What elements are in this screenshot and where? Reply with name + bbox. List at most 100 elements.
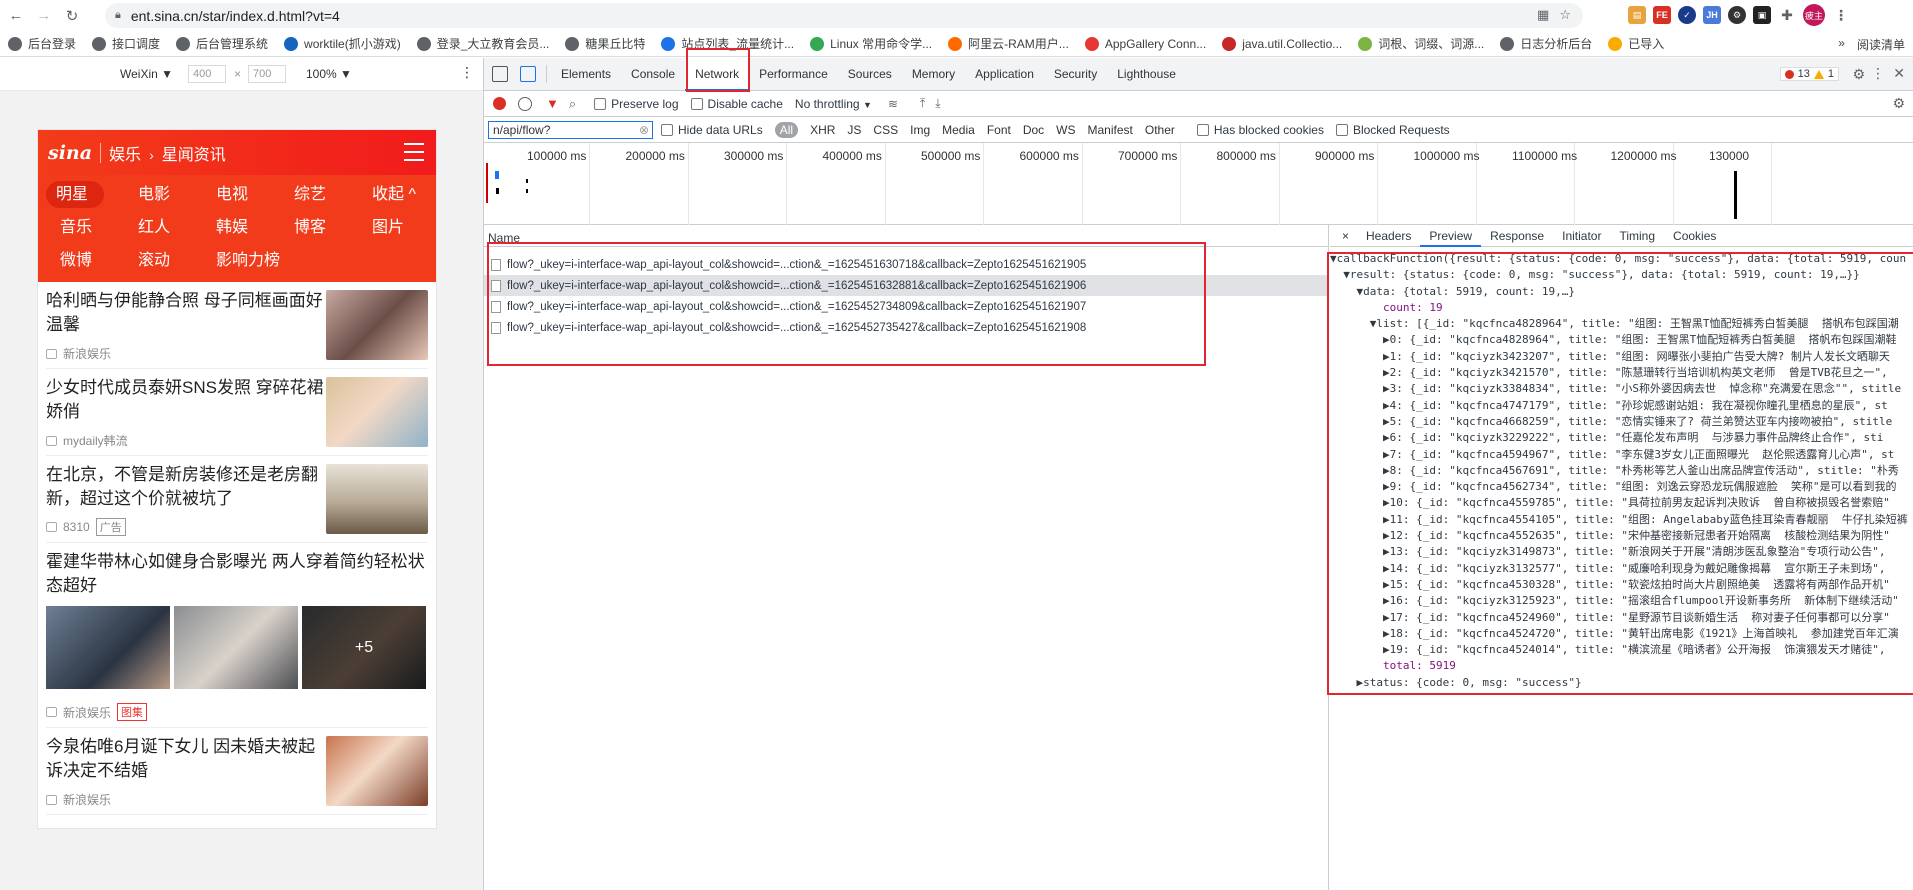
devtools-tab-performance[interactable]: Performance	[749, 58, 838, 91]
filter-type-media[interactable]: Media	[942, 123, 975, 137]
preview-tab-headers[interactable]: Headers	[1357, 225, 1420, 247]
network-overview-timeline[interactable]: 100000 ms 200000 ms 300000 ms 400000 ms 5000…	[484, 143, 1913, 225]
preview-tab-initiator[interactable]: Initiator	[1553, 225, 1610, 247]
channel-tab[interactable]: 红人	[124, 214, 202, 241]
zoom-select[interactable]: 100% ▼	[306, 67, 352, 81]
news-item[interactable]: 少女时代成员泰妍SNS发照 穿碎花裙娇俏 mydaily韩流	[46, 369, 428, 456]
channel-tab[interactable]: 影响力榜	[202, 247, 280, 274]
network-settings-icon[interactable]: ⚙	[1892, 95, 1905, 112]
checkbox[interactable]	[1335, 124, 1348, 137]
disable-cache-checkbox[interactable]: Disable cache	[690, 97, 783, 111]
filter-type-img[interactable]: Img	[910, 123, 930, 137]
filter-icon[interactable]: ▼	[546, 96, 559, 111]
checkbox[interactable]	[594, 98, 607, 111]
gallery-image[interactable]: +5	[302, 606, 426, 689]
bookmark-item[interactable]: 阿里云-RAM用户...	[948, 35, 1069, 52]
filter-type-ws[interactable]: WS	[1056, 123, 1075, 137]
filter-type-js[interactable]: JS	[847, 123, 861, 137]
bookmark-star-icon[interactable]: ☆	[1559, 7, 1571, 23]
news-thumbnail[interactable]	[326, 736, 428, 806]
filter-type-doc[interactable]: Doc	[1023, 123, 1044, 137]
checkbox[interactable]	[1196, 124, 1209, 137]
extension-jh-icon[interactable]: JH	[1703, 6, 1721, 24]
record-icon[interactable]	[493, 97, 506, 110]
preserve-log-checkbox[interactable]: Preserve log	[594, 97, 679, 111]
forward-icon[interactable]: →	[32, 4, 56, 28]
network-conditions-icon[interactable]: ≋	[888, 97, 898, 111]
bookmarks-more-button[interactable]: »	[1838, 36, 1845, 53]
bookmark-item[interactable]: AppGallery Conn...	[1084, 36, 1206, 51]
filter-type-all[interactable]: All	[774, 121, 799, 138]
reload-icon[interactable]: ↻	[60, 4, 84, 28]
filter-type-xhr[interactable]: XHR	[810, 123, 835, 137]
news-title[interactable]: 霍建华带林心如健身合影曝光 两人穿着简约轻松状态超好	[46, 550, 426, 598]
bookmark-item[interactable]: 后台管理系统	[176, 35, 268, 52]
news-gallery[interactable]: +5	[46, 606, 428, 689]
gallery-image[interactable]	[46, 606, 170, 689]
bookmark-item[interactable]: 词根、词缀、词源...	[1358, 35, 1484, 52]
channel-tab[interactable]: 图片	[358, 214, 436, 241]
channel-tab[interactable]: 滚动	[124, 247, 202, 274]
devtools-tab-application[interactable]: Application	[965, 58, 1044, 91]
reading-list-button[interactable]: 阅读清单	[1857, 36, 1905, 53]
bookmark-item[interactable]: 已导入	[1608, 35, 1664, 52]
bookmark-item[interactable]: 接口调度	[92, 35, 160, 52]
extension-box-icon[interactable]: ▣	[1753, 6, 1771, 24]
news-thumbnail[interactable]	[326, 464, 428, 534]
news-item[interactable]: 在北京，不管是新房装修还是老房翻新，超过这个价就被坑了 8310 广告	[46, 456, 428, 543]
preview-tab-preview[interactable]: Preview	[1420, 225, 1482, 247]
news-thumbnail[interactable]	[326, 290, 428, 360]
channel-tab[interactable]: 电视	[202, 181, 280, 208]
device-select[interactable]: WeiXin ▼	[120, 67, 173, 81]
hide-data-urls-checkbox[interactable]: Hide data URLs	[661, 123, 763, 137]
clear-icon[interactable]	[518, 96, 532, 111]
devtools-tab-sources[interactable]: Sources	[838, 58, 902, 91]
sina-logo[interactable]: sina	[48, 142, 92, 164]
channel-tab[interactable]: 微博	[46, 247, 124, 274]
preview-tab-response[interactable]: Response	[1481, 225, 1553, 247]
extensions-puzzle-icon[interactable]: ✚	[1778, 6, 1796, 24]
import-har-icon[interactable]: ⤒	[920, 96, 925, 111]
bookmark-item[interactable]: java.util.Collectio...	[1222, 36, 1342, 51]
preview-tab-cookies[interactable]: Cookies	[1664, 225, 1725, 247]
issues-badge[interactable]: 13 1	[1779, 67, 1839, 81]
clear-filter-icon[interactable]: ⊗	[639, 123, 649, 137]
device-more-icon[interactable]: ⋮	[460, 64, 474, 81]
devtools-tab-memory[interactable]: Memory	[902, 58, 965, 91]
channel-tab[interactable]: 韩娱	[202, 214, 280, 241]
channel-tab[interactable]: 博客	[280, 214, 358, 241]
more-images-count[interactable]: +5	[302, 606, 426, 689]
bookmark-item[interactable]: 登录_大立教育会员...	[416, 35, 549, 52]
close-devtools-icon[interactable]: ✕	[1893, 65, 1905, 82]
filter-type-font[interactable]: Font	[987, 123, 1011, 137]
extension-check-icon[interactable]: ✓	[1678, 6, 1696, 24]
export-har-icon[interactable]: ⤓	[935, 96, 940, 111]
channel-tab[interactable]: 明星	[46, 181, 104, 208]
collapse-channels-button[interactable]: 收起 ^	[358, 181, 436, 208]
address-bar[interactable]: 🔒︎ ent.sina.cn/star/index.d.html?vt=4 ▦ …	[105, 3, 1583, 28]
inspect-element-icon[interactable]	[492, 66, 508, 82]
channel-tab[interactable]: 电影	[124, 181, 202, 208]
devtools-more-icon[interactable]: ⋮	[1871, 65, 1885, 82]
url-text[interactable]: ent.sina.cn/star/index.d.html?vt=4	[131, 8, 340, 24]
news-item[interactable]: 霍建华带林心如健身合影曝光 两人穿着简约轻松状态超好 +5 新浪娱乐 图集	[46, 543, 428, 728]
close-preview-icon[interactable]: ×	[1330, 225, 1357, 247]
bookmark-item[interactable]: worktile(抓小游戏)	[284, 35, 401, 52]
gallery-image[interactable]	[174, 606, 298, 689]
bookmark-item[interactable]: 后台登录	[8, 35, 76, 52]
checkbox[interactable]	[690, 98, 703, 111]
channel-tab[interactable]: 音乐	[46, 214, 124, 241]
extension-fe-icon[interactable]: FE	[1653, 6, 1671, 24]
blocked-cookies-checkbox[interactable]: Has blocked cookies	[1196, 123, 1324, 137]
lock-icon[interactable]: 🔒︎	[115, 9, 121, 22]
filter-type-manifest[interactable]: Manifest	[1088, 123, 1133, 137]
devtools-tab-elements[interactable]: Elements	[551, 58, 621, 91]
bookmark-item[interactable]: 日志分析后台	[1500, 35, 1592, 52]
devtools-tab-lighthouse[interactable]: Lighthouse	[1107, 58, 1186, 91]
search-icon[interactable]: ⌕	[569, 96, 576, 112]
extension-icon[interactable]: ▤	[1628, 6, 1646, 24]
device-width-input[interactable]: 400	[188, 65, 226, 83]
checkbox[interactable]	[661, 124, 673, 137]
throttling-select[interactable]: No throttling ▼	[795, 97, 872, 111]
preview-tab-timing[interactable]: Timing	[1610, 225, 1664, 247]
